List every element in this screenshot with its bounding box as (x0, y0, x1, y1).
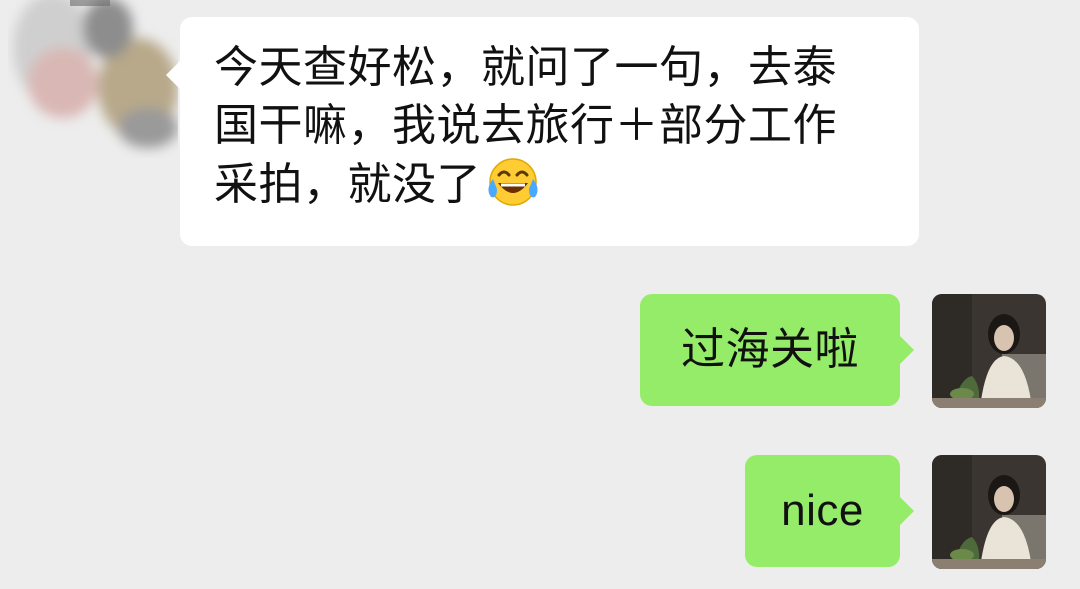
bubble-tail (166, 61, 180, 89)
face-with-tears-of-joy-icon (485, 155, 541, 224)
message-line: 国干嘛，我说去旅行＋部分工作 (214, 100, 837, 151)
message-line: 采拍，就没了 (214, 155, 885, 224)
incoming-message-bubble[interactable]: 今天查好松，就问了一句，去泰 国干嘛，我说去旅行＋部分工作 采拍，就没了 (166, 17, 919, 246)
message-text: 过海关啦 (681, 324, 859, 375)
outgoing-message-bubble[interactable]: nice (745, 455, 914, 567)
message-line: 今天查好松，就问了一句，去泰 (214, 42, 837, 93)
bubble-tail (900, 336, 914, 364)
message-text: nice (781, 486, 864, 535)
message-text: 今天查好松，就问了一句，去泰 国干嘛，我说去旅行＋部分工作 采拍，就没了 (214, 39, 885, 224)
self-avatar[interactable] (932, 294, 1046, 408)
message-line-text: 采拍，就没了 (214, 159, 481, 210)
bubble-tail (900, 497, 914, 525)
contact-avatar[interactable] (8, 0, 178, 158)
self-avatar[interactable] (932, 455, 1046, 569)
outgoing-message-bubble[interactable]: 过海关啦 (640, 294, 914, 406)
